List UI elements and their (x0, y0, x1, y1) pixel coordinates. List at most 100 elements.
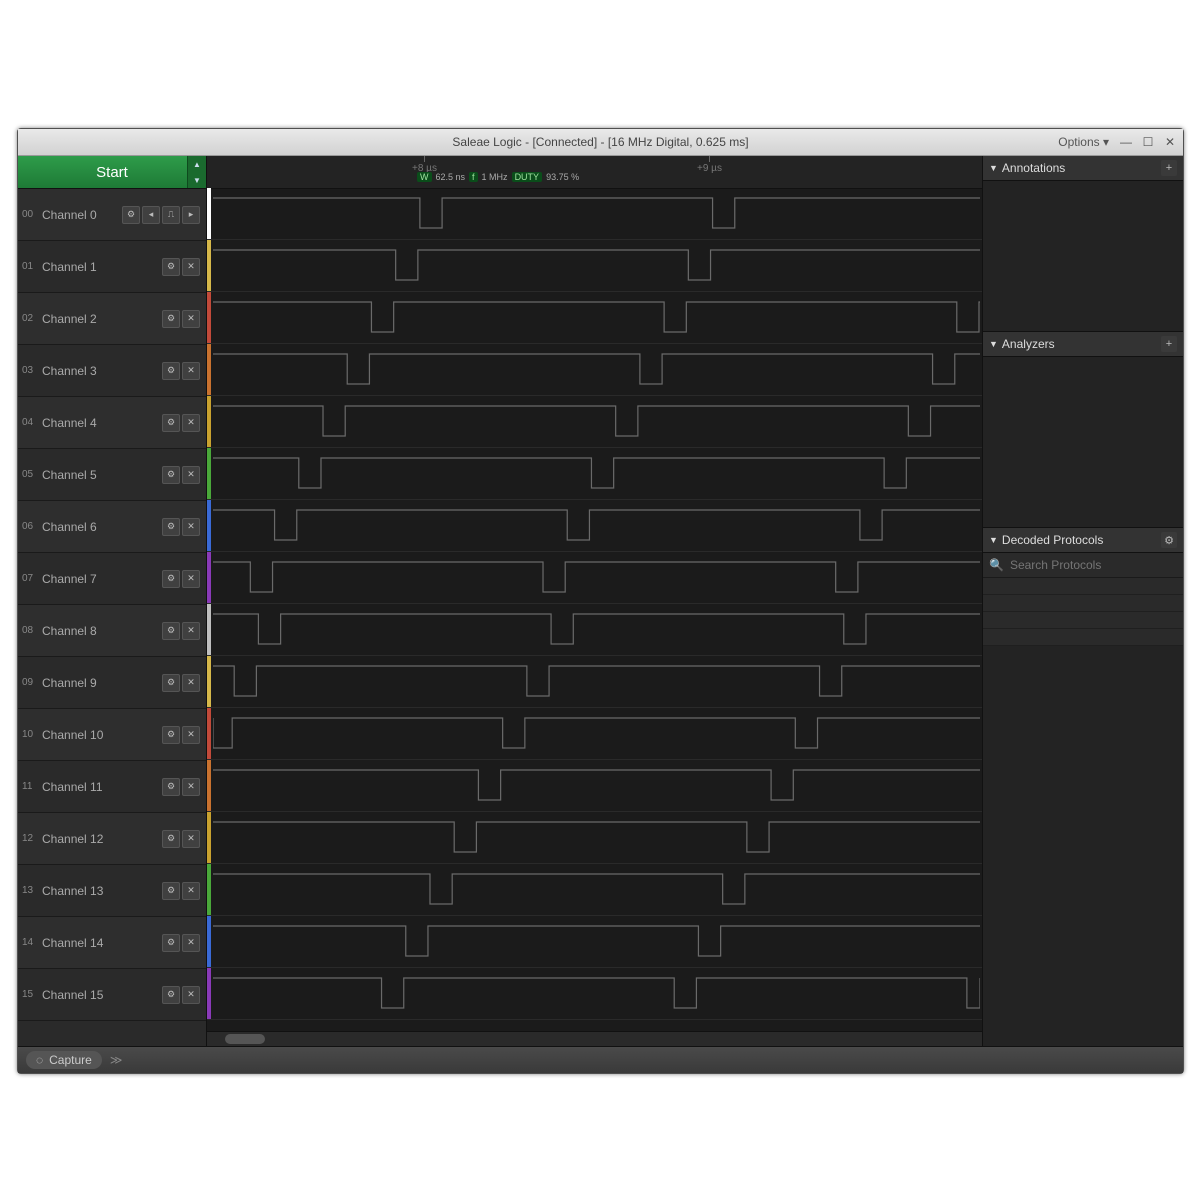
waveform-track[interactable] (207, 292, 982, 344)
waveform-track[interactable] (207, 604, 982, 656)
options-menu[interactable]: Options ▾ (1058, 135, 1109, 149)
channel-row[interactable]: 15 Channel 15 ⚙ ✕ (18, 969, 206, 1021)
waveform-track[interactable] (207, 344, 982, 396)
waveform-track[interactable] (207, 760, 982, 812)
channel-color-strip (207, 292, 211, 343)
decoded-protocols-header[interactable]: ▼ Decoded Protocols ⚙ (983, 528, 1183, 553)
waveform-track[interactable] (207, 188, 982, 240)
channel-row[interactable]: 02 Channel 2 ⚙ ✕ (18, 293, 206, 345)
scrollbar-thumb[interactable] (225, 1034, 265, 1044)
window-maximize-button[interactable]: ☐ (1141, 135, 1155, 149)
channel-remove-button[interactable]: ✕ (182, 310, 200, 328)
waveform-track[interactable] (207, 656, 982, 708)
start-up-arrow-icon[interactable]: ▲ (188, 156, 206, 172)
analyzers-header[interactable]: ▼ Analyzers + (983, 332, 1183, 357)
channel-settings-button[interactable]: ⚙ (162, 882, 180, 900)
channel-remove-button[interactable]: ✕ (182, 986, 200, 1004)
annotations-header[interactable]: ▼ Annotations + (983, 156, 1183, 181)
channel-settings-button[interactable]: ⚙ (162, 674, 180, 692)
channel-remove-button[interactable]: ✕ (182, 882, 200, 900)
channel-row[interactable]: 05 Channel 5 ⚙ ✕ (18, 449, 206, 501)
channel-settings-button[interactable]: ⚙ (122, 206, 140, 224)
waveform-track[interactable] (207, 240, 982, 292)
window-minimize-button[interactable]: — (1119, 135, 1133, 149)
channel-settings-button[interactable]: ⚙ (162, 986, 180, 1004)
waveform-track[interactable] (207, 708, 982, 760)
waveform-track[interactable] (207, 448, 982, 500)
channel-row[interactable]: 04 Channel 4 ⚙ ✕ (18, 397, 206, 449)
channel-row[interactable]: 06 Channel 6 ⚙ ✕ (18, 501, 206, 553)
channel-row[interactable]: 09 Channel 9 ⚙ ✕ (18, 657, 206, 709)
annotations-title: Annotations (1002, 161, 1065, 175)
channel-settings-button[interactable]: ⚙ (162, 362, 180, 380)
channel-settings-button[interactable]: ⚙ (162, 622, 180, 640)
waveform-track[interactable] (207, 968, 982, 1020)
channel-row[interactable]: 08 Channel 8 ⚙ ✕ (18, 605, 206, 657)
measure-freq: 1 MHz (482, 172, 508, 182)
window-close-button[interactable]: ✕ (1163, 135, 1177, 149)
channel-name: Channel 2 (38, 312, 162, 326)
channel-remove-button[interactable]: ✕ (182, 778, 200, 796)
waveform-track[interactable] (207, 916, 982, 968)
channel-remove-button[interactable]: ✕ (182, 830, 200, 848)
channel-remove-button[interactable]: ✕ (182, 414, 200, 432)
channel-row[interactable]: 13 Channel 13 ⚙ ✕ (18, 865, 206, 917)
channel-row[interactable]: 00 Channel 0 ⚙ ◂ ⎍ ▸ (18, 189, 206, 241)
start-button[interactable]: Start ▲ ▼ (18, 156, 206, 189)
channel-row[interactable]: 01 Channel 1 ⚙ ✕ (18, 241, 206, 293)
channel-settings-button[interactable]: ⚙ (162, 310, 180, 328)
waveform-tracks[interactable] (207, 188, 982, 1032)
main-content: Start ▲ ▼ 00 Channel 0 ⚙ ◂ ⎍ ▸ 01 Channe… (18, 156, 1183, 1046)
channel-row[interactable]: 10 Channel 10 ⚙ ✕ (18, 709, 206, 761)
channel-remove-button[interactable]: ✕ (182, 466, 200, 484)
channel-remove-button[interactable]: ✕ (182, 518, 200, 536)
trigger-edge-button[interactable]: ⎍ (162, 206, 180, 224)
channel-remove-button[interactable]: ✕ (182, 258, 200, 276)
trigger-next-button[interactable]: ▸ (182, 206, 200, 224)
channel-index: 11 (22, 781, 38, 792)
channel-index: 08 (22, 625, 38, 636)
channel-settings-button[interactable]: ⚙ (162, 466, 180, 484)
channel-name: Channel 7 (38, 572, 162, 586)
protocol-search-input[interactable] (1008, 557, 1177, 573)
channel-index: 03 (22, 365, 38, 376)
channel-settings-button[interactable]: ⚙ (162, 934, 180, 952)
add-analyzer-button[interactable]: + (1161, 336, 1177, 352)
waveform-area[interactable]: +8 µs +9 µs W 62.5 ns f 1 MHz DUTY 93.75… (207, 156, 982, 1046)
waveform-track[interactable] (207, 500, 982, 552)
trigger-prev-button[interactable]: ◂ (142, 206, 160, 224)
channel-row[interactable]: 12 Channel 12 ⚙ ✕ (18, 813, 206, 865)
channel-color-strip (207, 708, 211, 759)
channel-remove-button[interactable]: ✕ (182, 570, 200, 588)
protocol-row (983, 578, 1183, 595)
channel-row[interactable]: 11 Channel 11 ⚙ ✕ (18, 761, 206, 813)
channel-settings-button[interactable]: ⚙ (162, 518, 180, 536)
channel-settings-button[interactable]: ⚙ (162, 570, 180, 588)
start-down-arrow-icon[interactable]: ▼ (188, 172, 206, 188)
channel-settings-button[interactable]: ⚙ (162, 414, 180, 432)
waveform (213, 662, 980, 700)
channel-settings-button[interactable]: ⚙ (162, 830, 180, 848)
channel-remove-button[interactable]: ✕ (182, 674, 200, 692)
horizontal-scrollbar[interactable] (207, 1031, 982, 1046)
protocols-settings-button[interactable]: ⚙ (1161, 532, 1177, 548)
analyzers-title: Analyzers (1002, 337, 1055, 351)
waveform-track[interactable] (207, 812, 982, 864)
channel-settings-button[interactable]: ⚙ (162, 726, 180, 744)
channel-row[interactable]: 14 Channel 14 ⚙ ✕ (18, 917, 206, 969)
channel-remove-button[interactable]: ✕ (182, 934, 200, 952)
channel-remove-button[interactable]: ✕ (182, 622, 200, 640)
add-annotation-button[interactable]: + (1161, 160, 1177, 176)
channel-remove-button[interactable]: ✕ (182, 362, 200, 380)
waveform-track[interactable] (207, 864, 982, 916)
channel-name: Channel 1 (38, 260, 162, 274)
channel-settings-button[interactable]: ⚙ (162, 258, 180, 276)
waveform-track[interactable] (207, 396, 982, 448)
channel-settings-button[interactable]: ⚙ (162, 778, 180, 796)
waveform-track[interactable] (207, 552, 982, 604)
capture-expand-icon[interactable]: ≫ (110, 1053, 123, 1067)
channel-remove-button[interactable]: ✕ (182, 726, 200, 744)
channel-row[interactable]: 07 Channel 7 ⚙ ✕ (18, 553, 206, 605)
channel-row[interactable]: 03 Channel 3 ⚙ ✕ (18, 345, 206, 397)
capture-tab[interactable]: ◌ Capture (26, 1051, 102, 1069)
